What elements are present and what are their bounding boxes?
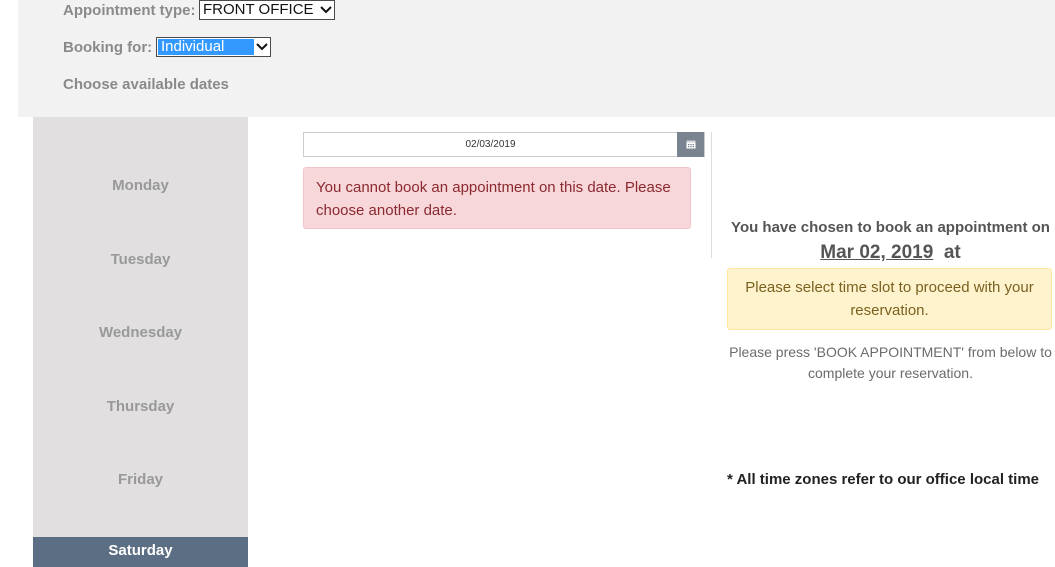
chosen-date-line: Mar 02, 2019 at [726, 242, 1055, 264]
date-input[interactable]: 02/03/2019 [303, 132, 705, 157]
booking-for-value: Individual [158, 39, 254, 55]
chosen-date-value: Mar 02, 2019 [820, 242, 934, 263]
booking-for-select[interactable]: Individual [156, 37, 271, 57]
booking-for-label: Booking for: [63, 39, 153, 56]
chosen-date-at: at [943, 242, 961, 263]
book-instruction-text: Please press 'BOOK APPOINTMENT' from bel… [729, 344, 1052, 381]
timezone-note: * All time zones refer to our office loc… [727, 471, 1040, 488]
date-error-alert: You cannot book an appointment on this d… [303, 167, 691, 229]
appointment-type-label: Appointment type: [63, 2, 196, 19]
appointment-type-value: FRONT OFFICE [203, 1, 314, 18]
time-slot-warning: Please select time slot to proceed with … [727, 268, 1052, 330]
day-tuesday[interactable]: Tuesday [33, 251, 248, 268]
calendar-icon [686, 136, 696, 154]
weekday-list: Monday Tuesday Wednesday Thursday Friday… [33, 117, 248, 567]
date-input-value: 02/03/2019 [465, 139, 516, 150]
day-thursday[interactable]: Thursday [33, 398, 248, 415]
column-divider [711, 132, 712, 258]
day-monday[interactable]: Monday [33, 177, 248, 194]
day-wednesday[interactable]: Wednesday [33, 324, 248, 341]
day-saturday[interactable]: Saturday [33, 537, 248, 567]
chevron-down-icon [254, 43, 270, 51]
appointment-type-select[interactable]: FRONT OFFICE [199, 0, 335, 20]
day-friday[interactable]: Friday [33, 471, 248, 488]
chosen-date-text: You have chosen to book an appointment o… [731, 219, 1050, 236]
chevron-down-icon [318, 6, 334, 14]
calendar-button[interactable] [677, 132, 704, 157]
choose-dates-label: Choose available dates [63, 76, 229, 93]
